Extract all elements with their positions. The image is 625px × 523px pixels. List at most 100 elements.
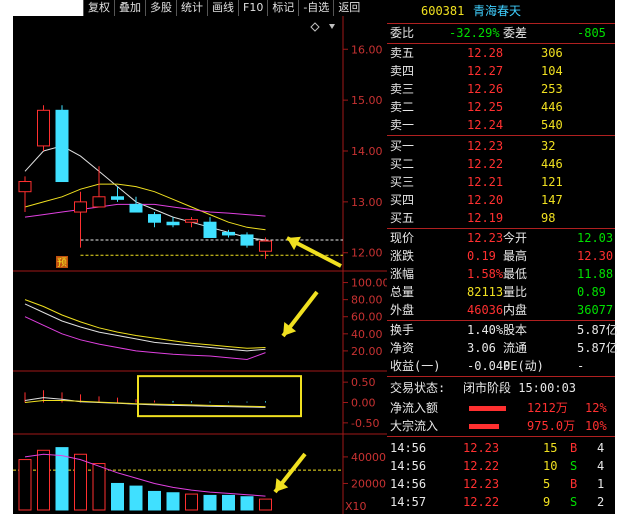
candle-body: [148, 214, 161, 223]
toolbar-btn-6[interactable]: 标记: [267, 0, 298, 16]
bid-price: 12.20: [467, 193, 504, 207]
highlight-box: [137, 375, 302, 418]
volume-bar: [222, 494, 235, 511]
toolbar-btn-1[interactable]: 叠加: [114, 0, 145, 16]
bid-volume: 98: [541, 211, 556, 225]
stat-label: 最低: [503, 267, 528, 281]
ask-volume: 446: [541, 100, 563, 114]
bid-label: 买一: [390, 139, 415, 153]
volume-bar: [240, 496, 254, 511]
candle-body: [203, 221, 217, 238]
volume-bar: [92, 463, 106, 511]
weibi-row: 委比 -32.29% 委差 -805: [387, 25, 615, 42]
diamond-icon: [310, 22, 320, 32]
toolbar-btn-3[interactable]: 统计: [176, 0, 207, 16]
bid-row: 买五 12.19 98: [387, 210, 615, 227]
stat2-label: 换手: [390, 323, 415, 337]
stat-value: 12.03: [577, 231, 614, 245]
tick-row: 14:56 12.23 5 B 1: [387, 476, 615, 493]
flow-percent: 10%: [585, 419, 607, 433]
ask-price: 12.28: [467, 46, 504, 60]
ma-line-magenta: [24, 203, 266, 218]
candle-body: [18, 181, 32, 193]
stat-value: 12.30: [577, 249, 614, 263]
bid-label: 买二: [390, 157, 415, 171]
tick-side: S: [570, 495, 578, 509]
candle-body: [222, 231, 235, 236]
macd-tick-label: 0.00: [351, 397, 376, 410]
bid-volume: 121: [541, 175, 563, 189]
stat-value: 0.89: [577, 285, 606, 299]
candle-body: [37, 109, 50, 147]
ask-volume: 104: [541, 64, 563, 78]
bid-label: 买四: [390, 193, 415, 207]
ask-price: 12.25: [467, 100, 504, 114]
stat-row: 涨跌 0.19 最高 12.30: [387, 248, 615, 265]
toolbar-btn-4[interactable]: 画线: [207, 0, 238, 16]
trade-status-label: 交易状态:: [390, 381, 446, 395]
stat2-label: 净资: [390, 341, 415, 355]
tick-time: 14:56: [390, 477, 427, 491]
tick-time: 14:56: [390, 441, 427, 455]
stat-label: 今开: [503, 231, 528, 245]
toolbar-btn-2[interactable]: 多股: [145, 0, 176, 16]
stat-row: 外盘 46036 内盘 36077: [387, 302, 615, 319]
toolbar-btn-7[interactable]: -自选: [298, 0, 333, 16]
marker-label: 预: [57, 257, 67, 269]
tick-time: 14:56: [390, 459, 427, 473]
ask-label: 卖一: [390, 118, 415, 132]
ask-label: 卖五: [390, 46, 415, 60]
stat-value: 11.88: [577, 267, 614, 281]
price-tick-label: 15.00: [351, 94, 383, 107]
flow-bar: [469, 406, 506, 411]
ask-label: 卖四: [390, 64, 415, 78]
bid-row: 买四 12.20 147: [387, 192, 615, 209]
stat-value: 46036: [467, 303, 504, 317]
tick-volume: 9: [543, 495, 551, 509]
weicha-value: -805: [577, 26, 606, 40]
price-tick-label: 13.00: [351, 196, 383, 209]
trade-status-value: 闭市阶段 15:00:03: [463, 381, 577, 395]
ask-row: 卖二 12.25 446: [387, 99, 615, 116]
ind-tick-label: 40.00: [351, 328, 383, 341]
stat2-value: 5.87亿: [577, 341, 618, 355]
ask-row: 卖五 12.28 306: [387, 45, 615, 62]
tick-price: 12.22: [463, 495, 500, 509]
candle-body: [185, 219, 198, 223]
flow-bar: [469, 424, 499, 429]
stat2-label: 收益(一): [390, 359, 441, 373]
tick-volume: 10: [543, 459, 558, 473]
flow-percent: 12%: [585, 401, 607, 415]
flow-label: 净流入额: [390, 401, 439, 415]
stat-value: 1.58%: [467, 267, 504, 281]
tick-price: 12.23: [463, 477, 500, 491]
toolbar-btn-8[interactable]: 返回: [333, 0, 364, 16]
ind-tick-label: 20.00: [351, 345, 383, 358]
kline-chart-area[interactable]: 16.00 15.00 14.00 13.00 12.00 预 100.00 80.00 60.…: [13, 16, 387, 514]
candle-body: [129, 203, 143, 213]
toolbar-btn-5[interactable]: F10: [238, 0, 267, 16]
vol-tick-label: 20000: [351, 477, 386, 490]
volume-bar: [111, 482, 124, 511]
stat2-value: 5.87亿: [577, 323, 618, 337]
bid-price: 12.22: [467, 157, 504, 171]
toolbar-btn-0[interactable]: 复权: [83, 0, 114, 16]
bid-volume: 147: [541, 193, 563, 207]
ask-price: 12.24: [467, 118, 504, 132]
volume-bar: [129, 485, 143, 511]
weicha-label: 委差: [503, 26, 528, 40]
flow-amount: 975.0万: [527, 419, 576, 433]
bid-volume: 446: [541, 157, 563, 171]
stock-code: 600381: [421, 4, 465, 18]
stat-value: 0.19: [467, 249, 496, 263]
stat-label: 外盘: [390, 303, 415, 317]
tick-count: 4: [597, 459, 605, 473]
tick-side: S: [570, 459, 578, 473]
flow-amount: 1212万: [527, 401, 568, 415]
stock-header: 600381 青海春天: [387, 3, 615, 20]
volume-bar: [203, 494, 217, 511]
quote-panel: 600381 青海春天 委比 -32.29% 委差 -805 卖五 12.28 30…: [387, 0, 618, 514]
stat-label: 内盘: [503, 303, 528, 317]
dropdown-triangle-icon: [329, 24, 335, 29]
stat-label: 最高: [503, 249, 528, 263]
